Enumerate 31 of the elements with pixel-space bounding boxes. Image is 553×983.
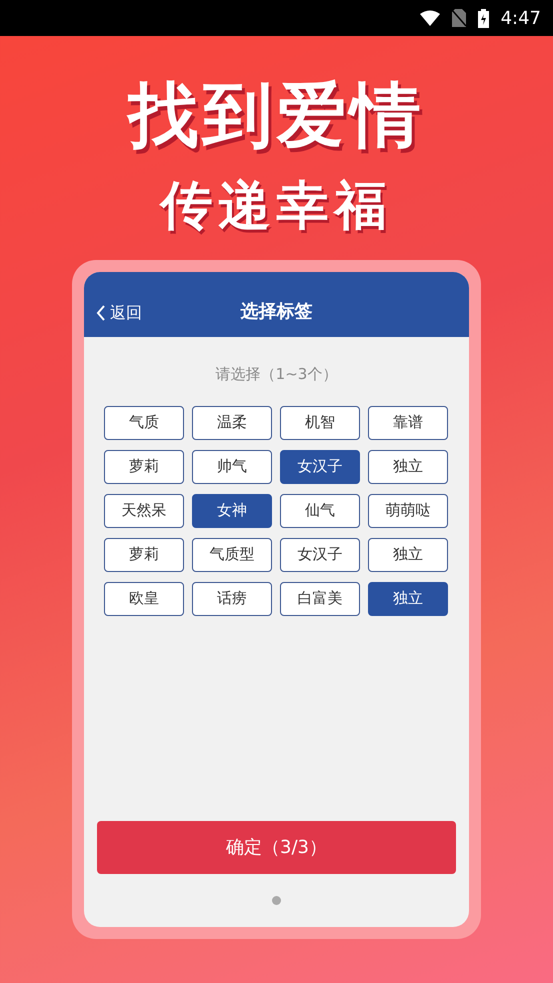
chevron-left-icon — [96, 304, 106, 322]
tag-chip[interactable]: 气质 — [104, 406, 184, 440]
tag-chip[interactable]: 欧皇 — [104, 582, 184, 616]
clock: 4:47 — [500, 6, 541, 30]
tag-chip[interactable]: 气质型 — [192, 538, 272, 572]
tag-chip[interactable]: 白富美 — [280, 582, 360, 616]
tag-chip[interactable]: 女神 — [192, 494, 272, 528]
header-title: 选择标签 — [240, 300, 312, 324]
tag-chip[interactable]: 温柔 — [192, 406, 272, 440]
battery-charging-icon — [478, 8, 489, 28]
hero-title: 找到爱情 — [128, 80, 424, 150]
tag-chip[interactable]: 机智 — [280, 406, 360, 440]
back-button[interactable]: 返回 — [96, 301, 142, 325]
tag-chip[interactable]: 话痨 — [192, 582, 272, 616]
tag-chip[interactable]: 仙气 — [280, 494, 360, 528]
confirm-button[interactable]: 确定（3/3） — [97, 821, 456, 874]
tag-chip[interactable]: 萌萌哒 — [368, 494, 448, 528]
no-sim-icon — [452, 9, 466, 27]
tag-chip[interactable]: 女汉子 — [280, 450, 360, 484]
prompt-text: 请选择（1~3个） — [214, 364, 338, 385]
tag-chip[interactable]: 靠谱 — [368, 406, 448, 440]
tag-chip[interactable]: 独立 — [368, 450, 448, 484]
tag-chip[interactable]: 天然呆 — [104, 494, 184, 528]
tag-chip[interactable]: 女汉子 — [280, 538, 360, 572]
tag-chip[interactable]: 独立 — [368, 582, 448, 616]
tag-chip[interactable]: 萝莉 — [104, 450, 184, 484]
tag-chip[interactable]: 萝莉 — [104, 538, 184, 572]
tag-chip[interactable]: 帅气 — [192, 450, 272, 484]
hero-subtitle: 传递幸福 — [160, 180, 392, 232]
wifi-icon — [420, 10, 440, 26]
tag-chip[interactable]: 独立 — [368, 538, 448, 572]
